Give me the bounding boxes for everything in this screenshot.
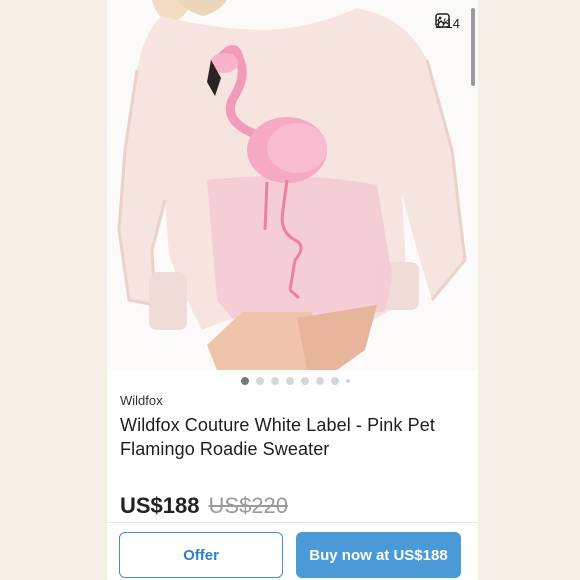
left-margin bbox=[0, 0, 107, 580]
current-price: US$188 bbox=[120, 493, 200, 518]
offer-button[interactable]: Offer bbox=[119, 532, 283, 578]
listing-screen: 1/14 Wildfox Wildfox Couture White Label… bbox=[107, 0, 478, 580]
carousel-dot[interactable] bbox=[301, 377, 309, 385]
price-row: US$188 US$220 bbox=[120, 493, 288, 519]
carousel-dot[interactable] bbox=[316, 377, 324, 385]
image-gallery-icon bbox=[434, 13, 450, 28]
listing-title: Wildfox Couture White Label - Pink Pet F… bbox=[120, 415, 435, 459]
carousel-dot[interactable] bbox=[256, 377, 264, 385]
carousel-dot[interactable] bbox=[331, 377, 339, 385]
sweater-image bbox=[117, 0, 467, 370]
carousel-dot[interactable] bbox=[346, 379, 350, 383]
brand-link[interactable]: Wildfox bbox=[120, 393, 163, 408]
scrollbar-thumb[interactable] bbox=[471, 8, 475, 86]
product-photo[interactable]: 1/14 bbox=[107, 0, 478, 370]
carousel-dots[interactable] bbox=[107, 376, 478, 386]
photo-counter: 1/14 bbox=[435, 13, 460, 33]
carousel-dot[interactable] bbox=[286, 377, 294, 385]
carousel-dot[interactable] bbox=[271, 377, 279, 385]
carousel-dot[interactable] bbox=[241, 377, 249, 385]
right-margin bbox=[478, 0, 580, 580]
action-bar: Offer Buy now at US$188 bbox=[107, 522, 478, 580]
original-price: US$220 bbox=[208, 493, 289, 518]
buy-now-button[interactable]: Buy now at US$188 bbox=[296, 532, 461, 578]
